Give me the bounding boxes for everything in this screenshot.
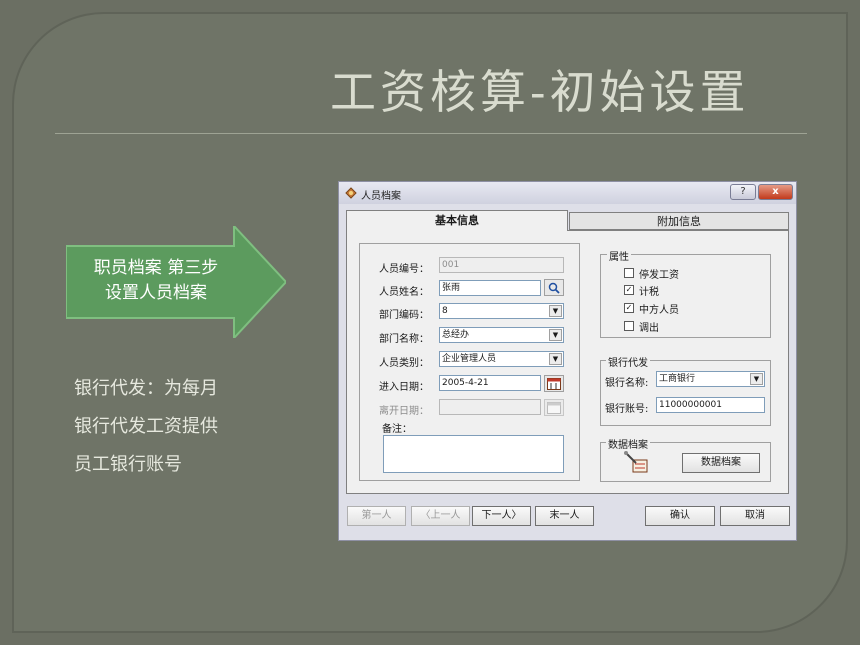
remark-label: 备注：	[382, 424, 412, 435]
chinese-staff-label: 中方人员	[639, 305, 679, 316]
search-icon	[548, 282, 560, 294]
dept-code-label: 部门编码：	[379, 310, 429, 321]
data-archive-title: 数据档案	[606, 436, 650, 451]
dept-name-select[interactable]: 总经办 ▼	[439, 327, 564, 343]
name-label: 人员姓名：	[379, 287, 429, 298]
chinese-staff-checkbox[interactable]: ✓	[624, 303, 634, 313]
arrow-text: 职员档案 第三步 设置人员档案	[68, 256, 244, 306]
slide-title: 工资核算-初始设置	[330, 65, 750, 119]
last-person-button[interactable]: 末一人	[535, 506, 594, 526]
data-archive-button[interactable]: 数据档案	[682, 453, 760, 473]
prev-person-button[interactable]: 〈上一人	[411, 506, 470, 526]
help-button[interactable]: ?	[730, 184, 756, 200]
employee-archive-dialog: 人员档案 ? x 基本信息 附加信息 人员编号： 001 人员姓名： 张雨 部门…	[338, 181, 797, 541]
stop-salary-label: 停发工资	[639, 270, 679, 281]
account-label: 银行账号:	[605, 404, 649, 415]
app-icon	[345, 187, 357, 199]
name-search-button[interactable]	[544, 279, 564, 296]
chevron-down-icon[interactable]: ▼	[549, 329, 562, 341]
bank-title: 银行代发	[606, 354, 650, 369]
stop-salary-checkbox[interactable]	[624, 268, 634, 278]
arrow-text-line1: 职员档案 第三步	[93, 258, 219, 278]
bank-group	[600, 360, 771, 426]
bank-name-select[interactable]: 工商银行 ▼	[656, 371, 765, 387]
next-person-button[interactable]: 下一人〉	[472, 506, 531, 526]
tax-checkbox[interactable]: ✓	[624, 285, 634, 295]
remark-textarea[interactable]	[383, 435, 564, 473]
description-line2: 银行代发工资提供	[74, 416, 218, 437]
ok-button[interactable]: 确认	[645, 506, 715, 526]
chevron-down-icon[interactable]: ▼	[549, 353, 562, 365]
tab-additional-info[interactable]: 附加信息	[569, 212, 789, 230]
entry-date-picker[interactable]	[544, 375, 564, 392]
dept-code-value: 8	[442, 306, 448, 316]
tab-basic-info[interactable]: 基本信息	[346, 210, 568, 231]
description-line3: 员工银行账号	[74, 454, 182, 475]
dialog-titlebar[interactable]: 人员档案 ? x	[339, 182, 796, 204]
entry-date-field[interactable]: 2005-4-21	[439, 375, 541, 391]
chevron-down-icon[interactable]: ▼	[750, 373, 763, 385]
calendar-icon	[547, 402, 561, 414]
leave-date-field[interactable]	[439, 399, 541, 415]
dialog-title: 人员档案	[361, 191, 401, 202]
step-arrow: 职员档案 第三步 设置人员档案	[66, 226, 286, 338]
archive-icon	[624, 451, 648, 473]
dept-code-select[interactable]: 8 ▼	[439, 303, 564, 319]
tax-label: 计税	[639, 287, 659, 298]
category-value: 企业管理人员	[442, 354, 497, 364]
title-divider	[55, 133, 807, 134]
calendar-icon	[547, 378, 561, 390]
cancel-button[interactable]: 取消	[720, 506, 790, 526]
emp-no-field[interactable]: 001	[439, 257, 564, 273]
transferred-checkbox[interactable]	[624, 321, 634, 331]
leave-date-picker[interactable]	[544, 399, 564, 416]
entry-date-label: 进入日期：	[379, 382, 429, 393]
transferred-label: 调出	[639, 323, 659, 334]
bank-name-label: 银行名称:	[605, 378, 649, 389]
bank-name-value: 工商银行	[659, 374, 696, 384]
first-person-button[interactable]: 第一人	[347, 506, 406, 526]
close-button[interactable]: x	[758, 184, 793, 200]
attributes-title: 属性	[607, 248, 631, 263]
account-field[interactable]: 11000000001	[656, 397, 765, 413]
leave-date-label: 离开日期：	[379, 406, 429, 417]
description: 银行代发：为每月 银行代发工资提供 员工银行账号	[74, 370, 274, 484]
arrow-text-line2: 设置人员档案	[105, 283, 207, 303]
category-label: 人员类别：	[379, 358, 429, 369]
description-line1: 银行代发：为每月	[74, 378, 218, 399]
category-select[interactable]: 企业管理人员 ▼	[439, 351, 564, 367]
chevron-down-icon[interactable]: ▼	[549, 305, 562, 317]
dept-name-value: 总经办	[442, 330, 470, 340]
name-field[interactable]: 张雨	[439, 280, 541, 296]
emp-no-label: 人员编号：	[379, 264, 429, 275]
dept-name-label: 部门名称：	[379, 334, 429, 345]
